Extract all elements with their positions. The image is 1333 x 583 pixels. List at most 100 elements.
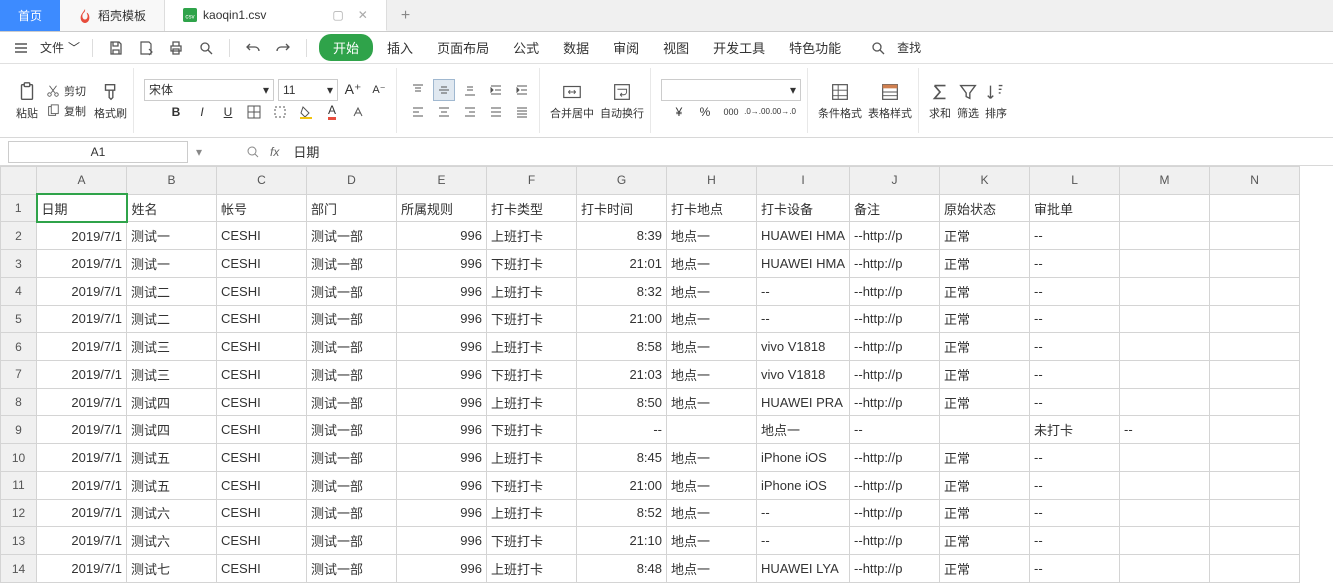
col-header-K[interactable]: K xyxy=(940,167,1030,195)
cell-I11[interactable]: iPhone iOS xyxy=(757,471,850,499)
currency-icon[interactable]: ¥ xyxy=(668,101,690,123)
cell-L6[interactable]: -- xyxy=(1030,333,1120,361)
align-right-icon[interactable] xyxy=(459,101,481,123)
col-header-J[interactable]: J xyxy=(850,167,940,195)
cell-F1[interactable]: 打卡类型 xyxy=(487,194,577,222)
cell-C5[interactable]: CESHI xyxy=(217,305,307,333)
cell-H2[interactable]: 地点一 xyxy=(667,222,757,250)
cell-G10[interactable]: 8:45 xyxy=(577,444,667,472)
cell-I7[interactable]: vivo V1818 xyxy=(757,361,850,389)
cell-C6[interactable]: CESHI xyxy=(217,333,307,361)
close-icon[interactable]: ✕ xyxy=(358,8,368,22)
cell-M5[interactable] xyxy=(1120,305,1210,333)
cell-G4[interactable]: 8:32 xyxy=(577,277,667,305)
select-all-corner[interactable] xyxy=(1,167,37,195)
namebox-dropdown-icon[interactable]: ▾ xyxy=(196,145,202,159)
cell-D6[interactable]: 测试一部 xyxy=(307,333,397,361)
underline-button[interactable]: U xyxy=(217,101,239,123)
cell-I5[interactable]: -- xyxy=(757,305,850,333)
bold-button[interactable]: B xyxy=(165,101,187,123)
cell-F14[interactable]: 上班打卡 xyxy=(487,555,577,583)
cell-A7[interactable]: 2019/7/1 xyxy=(37,361,127,389)
cell-H11[interactable]: 地点一 xyxy=(667,471,757,499)
cell-L2[interactable]: -- xyxy=(1030,222,1120,250)
cell-K1[interactable]: 原始状态 xyxy=(940,194,1030,222)
cell-C14[interactable]: CESHI xyxy=(217,555,307,583)
cell-D13[interactable]: 测试一部 xyxy=(307,527,397,555)
cell-N9[interactable] xyxy=(1210,416,1300,444)
paste-button[interactable]: 粘贴 xyxy=(16,81,38,121)
cell-H12[interactable]: 地点一 xyxy=(667,499,757,527)
cell-I8[interactable]: HUAWEI PRA xyxy=(757,388,850,416)
cell-J9[interactable]: -- xyxy=(850,416,940,444)
cell-M8[interactable] xyxy=(1120,388,1210,416)
cell-I13[interactable]: -- xyxy=(757,527,850,555)
cell-D5[interactable]: 测试一部 xyxy=(307,305,397,333)
cell-L11[interactable]: -- xyxy=(1030,471,1120,499)
cell-H13[interactable]: 地点一 xyxy=(667,527,757,555)
col-header-D[interactable]: D xyxy=(307,167,397,195)
cell-G9[interactable]: -- xyxy=(577,416,667,444)
cell-J5[interactable]: --http://p xyxy=(850,305,940,333)
cell-J2[interactable]: --http://p xyxy=(850,222,940,250)
cell-M7[interactable] xyxy=(1120,361,1210,389)
conditional-format-button[interactable]: 条件格式 xyxy=(818,81,862,121)
cell-M1[interactable] xyxy=(1120,194,1210,222)
cell-L10[interactable]: -- xyxy=(1030,444,1120,472)
hamburger-icon[interactable] xyxy=(10,37,32,59)
cell-E1[interactable]: 所属规则 xyxy=(397,194,487,222)
cell-A11[interactable]: 2019/7/1 xyxy=(37,471,127,499)
align-bottom-icon[interactable] xyxy=(459,79,481,101)
print-preview-icon[interactable] xyxy=(195,37,217,59)
cell-H6[interactable]: 地点一 xyxy=(667,333,757,361)
decrease-decimal-icon[interactable]: .00→.0 xyxy=(772,101,794,123)
cell-H8[interactable]: 地点一 xyxy=(667,388,757,416)
save-icon[interactable] xyxy=(105,37,127,59)
cell-K6[interactable]: 正常 xyxy=(940,333,1030,361)
cell-K2[interactable]: 正常 xyxy=(940,222,1030,250)
align-left-icon[interactable] xyxy=(407,101,429,123)
cell-E4[interactable]: 996 xyxy=(397,277,487,305)
cell-K8[interactable]: 正常 xyxy=(940,388,1030,416)
cell-M13[interactable] xyxy=(1120,527,1210,555)
align-middle-icon[interactable] xyxy=(433,79,455,101)
col-header-H[interactable]: H xyxy=(667,167,757,195)
cell-D14[interactable]: 测试一部 xyxy=(307,555,397,583)
cell-F10[interactable]: 上班打卡 xyxy=(487,444,577,472)
cell-N2[interactable] xyxy=(1210,222,1300,250)
cell-N14[interactable] xyxy=(1210,555,1300,583)
cell-N12[interactable] xyxy=(1210,499,1300,527)
cell-F9[interactable]: 下班打卡 xyxy=(487,416,577,444)
row-header-2[interactable]: 2 xyxy=(1,222,37,250)
cell-A8[interactable]: 2019/7/1 xyxy=(37,388,127,416)
cell-L13[interactable]: -- xyxy=(1030,527,1120,555)
format-painter-button[interactable]: 格式刷 xyxy=(94,81,127,121)
menu-3[interactable]: 公式 xyxy=(503,34,549,61)
menu-1[interactable]: 插入 xyxy=(377,34,423,61)
cell-J11[interactable]: --http://p xyxy=(850,471,940,499)
cell-C10[interactable]: CESHI xyxy=(217,444,307,472)
cell-D8[interactable]: 测试一部 xyxy=(307,388,397,416)
cell-L1[interactable]: 审批单 xyxy=(1030,194,1120,222)
cell-D1[interactable]: 部门 xyxy=(307,194,397,222)
cell-H3[interactable]: 地点一 xyxy=(667,250,757,278)
cut-button[interactable]: 剪切 xyxy=(44,82,88,100)
cell-F13[interactable]: 下班打卡 xyxy=(487,527,577,555)
cell-I3[interactable]: HUAWEI HMA xyxy=(757,250,850,278)
cell-J7[interactable]: --http://p xyxy=(850,361,940,389)
spreadsheet-grid[interactable]: ABCDEFGHIJKLMN1日期姓名帐号部门所属规则打卡类型打卡时间打卡地点打… xyxy=(0,166,1333,583)
tab-home[interactable]: 首页 xyxy=(0,0,60,31)
cell-L5[interactable]: -- xyxy=(1030,305,1120,333)
cell-A10[interactable]: 2019/7/1 xyxy=(37,444,127,472)
cell-D7[interactable]: 测试一部 xyxy=(307,361,397,389)
name-box[interactable]: A1 xyxy=(8,141,188,163)
wrap-button[interactable]: 自动换行 xyxy=(600,81,644,121)
decrease-font-icon[interactable]: A⁻ xyxy=(368,79,390,101)
cell-E9[interactable]: 996 xyxy=(397,416,487,444)
fill-color-button[interactable] xyxy=(295,101,317,123)
cell-N10[interactable] xyxy=(1210,444,1300,472)
cell-M11[interactable] xyxy=(1120,471,1210,499)
cell-C11[interactable]: CESHI xyxy=(217,471,307,499)
italic-button[interactable]: I xyxy=(191,101,213,123)
cell-G5[interactable]: 21:00 xyxy=(577,305,667,333)
